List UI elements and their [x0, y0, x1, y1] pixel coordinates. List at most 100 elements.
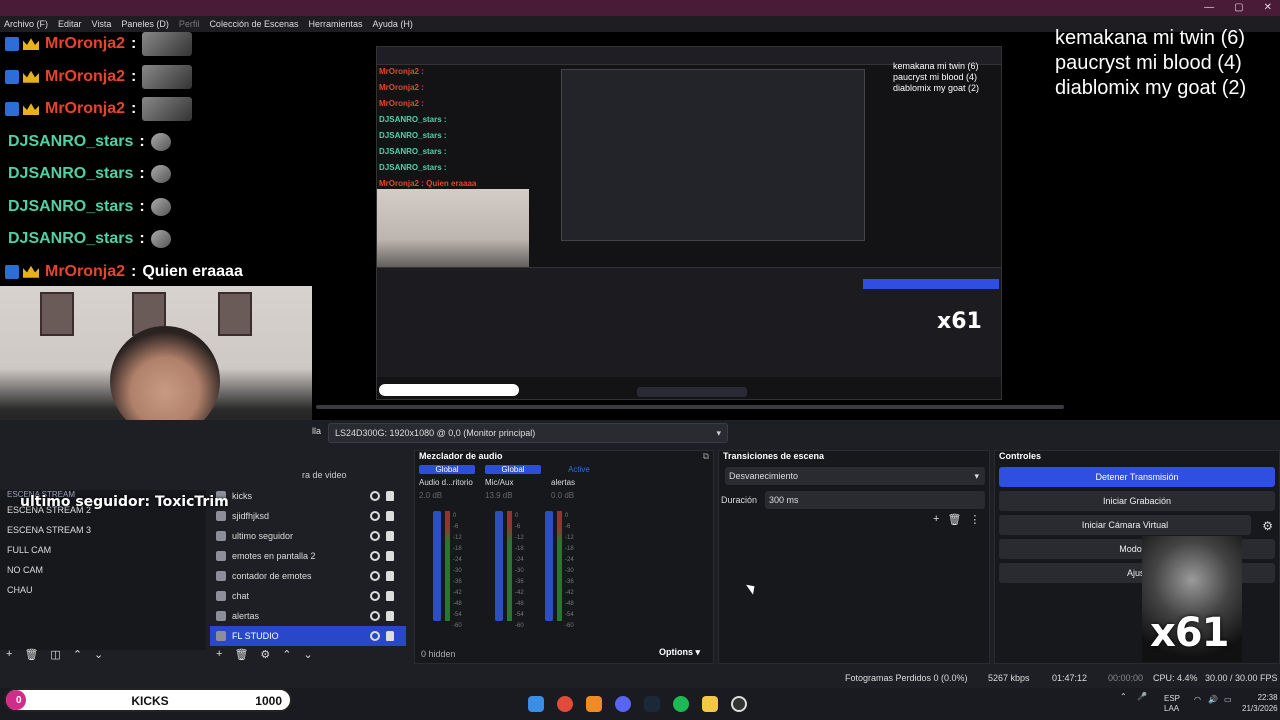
lock-icon[interactable] [386, 511, 394, 521]
add-icon[interactable]: + [6, 648, 12, 661]
arrow-up-icon[interactable]: ⌃ [282, 648, 291, 661]
start-recording-button[interactable]: Iniciar Grabación [999, 491, 1275, 511]
eye-icon[interactable] [370, 491, 380, 501]
source-item[interactable]: contador de emotes [210, 566, 406, 586]
trash-icon[interactable]: 🗑 [947, 513, 961, 526]
source-label: sjidfhjksd [232, 511, 270, 521]
menu-herramientas[interactable]: Herramientas [309, 19, 363, 29]
menu-ayuda[interactable]: Ayuda (H) [373, 19, 413, 29]
volume-icon[interactable]: 🔊 [1208, 695, 1218, 704]
scene-item[interactable]: ESCENA STREAM 3 [0, 520, 206, 540]
scale-tick: 0 [453, 513, 457, 519]
lock-icon[interactable] [386, 531, 394, 541]
eye-icon[interactable] [370, 571, 380, 581]
scene-item[interactable]: NO CAM [0, 560, 206, 580]
lock-icon[interactable] [386, 491, 394, 501]
emote-icon [150, 197, 171, 216]
chat-separator: : [139, 165, 145, 183]
chrome-icon[interactable] [557, 696, 573, 712]
volume-slider[interactable] [495, 511, 503, 621]
source-item[interactable]: kicks [210, 486, 406, 506]
tray-chevron-icon[interactable]: ⌃ [1120, 692, 1127, 701]
windows-start-icon[interactable] [528, 696, 544, 712]
channel-tab[interactable]: Global [419, 465, 475, 474]
lock-icon[interactable] [386, 591, 394, 601]
source-label: kicks [232, 491, 252, 501]
channel-name[interactable]: Audio d...ritorio [419, 478, 475, 487]
minimize-icon[interactable]: — [1204, 2, 1214, 13]
source-item[interactable]: chat [210, 586, 406, 606]
chat-line: DJSANRO_stars: [0, 191, 260, 224]
obs-preview[interactable]: MrOronja2 : MrOronja2 : MrOronja2 : DJSANRO… [376, 46, 1002, 400]
eye-icon[interactable] [370, 511, 380, 521]
lock-icon[interactable] [386, 631, 394, 641]
emote-icon [142, 64, 193, 89]
float-icon[interactable]: ⧉ [703, 451, 709, 462]
scale-tick: 0 [515, 513, 519, 519]
preview-scrollbar[interactable] [316, 405, 1064, 409]
gear-icon[interactable]: ⚙ [1262, 519, 1273, 533]
close-icon[interactable]: ✕ [1264, 2, 1272, 13]
channel-name[interactable]: alertas [551, 478, 607, 487]
battery-icon[interactable]: ▭ [1224, 695, 1232, 704]
arrow-down-icon[interactable]: ⌄ [94, 648, 103, 661]
preview-chat-line: DJSANRO_stars : [379, 147, 447, 156]
screen-select[interactable]: LS24D300G: 1920x1080 @ 0,0 (Monitor prin… [328, 423, 728, 443]
chevron-down-icon: ▾ [716, 428, 721, 438]
language-indicator[interactable]: ESP LAA [1164, 694, 1180, 714]
fl-studio-icon[interactable] [586, 696, 602, 712]
chevron-down-icon: ▾ [974, 471, 979, 481]
eye-icon[interactable] [370, 611, 380, 621]
scale-tick: -48 [453, 601, 462, 607]
duration-value: 300 ms [769, 495, 799, 505]
start-virtual-cam-button[interactable]: Iniciar Cámara Virtual [999, 515, 1251, 535]
level-meter [445, 511, 450, 621]
folder-icon[interactable] [702, 696, 718, 712]
steam-icon[interactable] [644, 696, 660, 712]
eye-icon[interactable] [370, 551, 380, 561]
arrow-down-icon[interactable]: ⌄ [304, 648, 313, 661]
preview-chat: MrOronja2 : MrOronja2 : MrOronja2 : DJSANRO… [379, 67, 476, 195]
channel-name[interactable]: Mic/Aux [485, 478, 541, 487]
more-icon[interactable]: ⋮ [969, 513, 980, 526]
source-type-icon [216, 571, 226, 581]
mic-icon[interactable]: 🎤 [1137, 692, 1147, 701]
stop-stream-button[interactable]: Detener Transmisión [999, 467, 1275, 487]
lock-icon[interactable] [386, 571, 394, 581]
transition-select[interactable]: Desvanecimiento ▾ [725, 467, 985, 485]
spotify-icon[interactable] [673, 696, 689, 712]
lock-icon[interactable] [386, 551, 394, 561]
maximize-icon[interactable]: ▢ [1234, 2, 1243, 13]
lock-icon[interactable] [386, 611, 394, 621]
duration-field[interactable]: 300 ms [765, 491, 985, 509]
source-item[interactable]: ultimo seguidor [210, 526, 406, 546]
scale-tick: -36 [515, 579, 524, 585]
trash-icon[interactable]: 🗑 [234, 648, 248, 661]
volume-slider[interactable] [545, 511, 553, 621]
gear-icon[interactable]: ⚙ [260, 648, 270, 661]
add-icon[interactable]: + [216, 648, 222, 661]
scene-item[interactable]: FULL CAM [0, 540, 206, 560]
channel-tab[interactable]: Active [551, 465, 607, 474]
arrow-up-icon[interactable]: ⌃ [73, 648, 82, 661]
source-item[interactable]: alertas [210, 606, 406, 626]
preview-stop-button [863, 279, 999, 289]
filter-icon[interactable]: ◫ [50, 648, 60, 661]
eye-icon[interactable] [370, 591, 380, 601]
eye-icon[interactable] [370, 531, 380, 541]
source-item[interactable]: emotes en pantalla 2 [210, 546, 406, 566]
obs-icon[interactable] [731, 696, 747, 712]
scale-tick: -42 [515, 590, 524, 596]
discord-icon[interactable] [615, 696, 631, 712]
channel-tab[interactable]: Global [485, 465, 541, 474]
scene-item[interactable]: CHAU [0, 580, 206, 600]
wifi-icon[interactable]: ◠ [1194, 695, 1201, 704]
clock[interactable]: 22:38 21/3/2026 [1242, 692, 1278, 714]
eye-icon[interactable] [370, 631, 380, 641]
options-button[interactable]: Options ▾ [659, 647, 700, 658]
trash-icon[interactable]: 🗑 [24, 648, 38, 661]
add-icon[interactable]: + [933, 513, 939, 526]
source-item[interactable]: FL STUDIO [210, 626, 406, 646]
source-item[interactable]: sjidfhjksd [210, 506, 406, 526]
volume-slider[interactable] [433, 511, 441, 621]
